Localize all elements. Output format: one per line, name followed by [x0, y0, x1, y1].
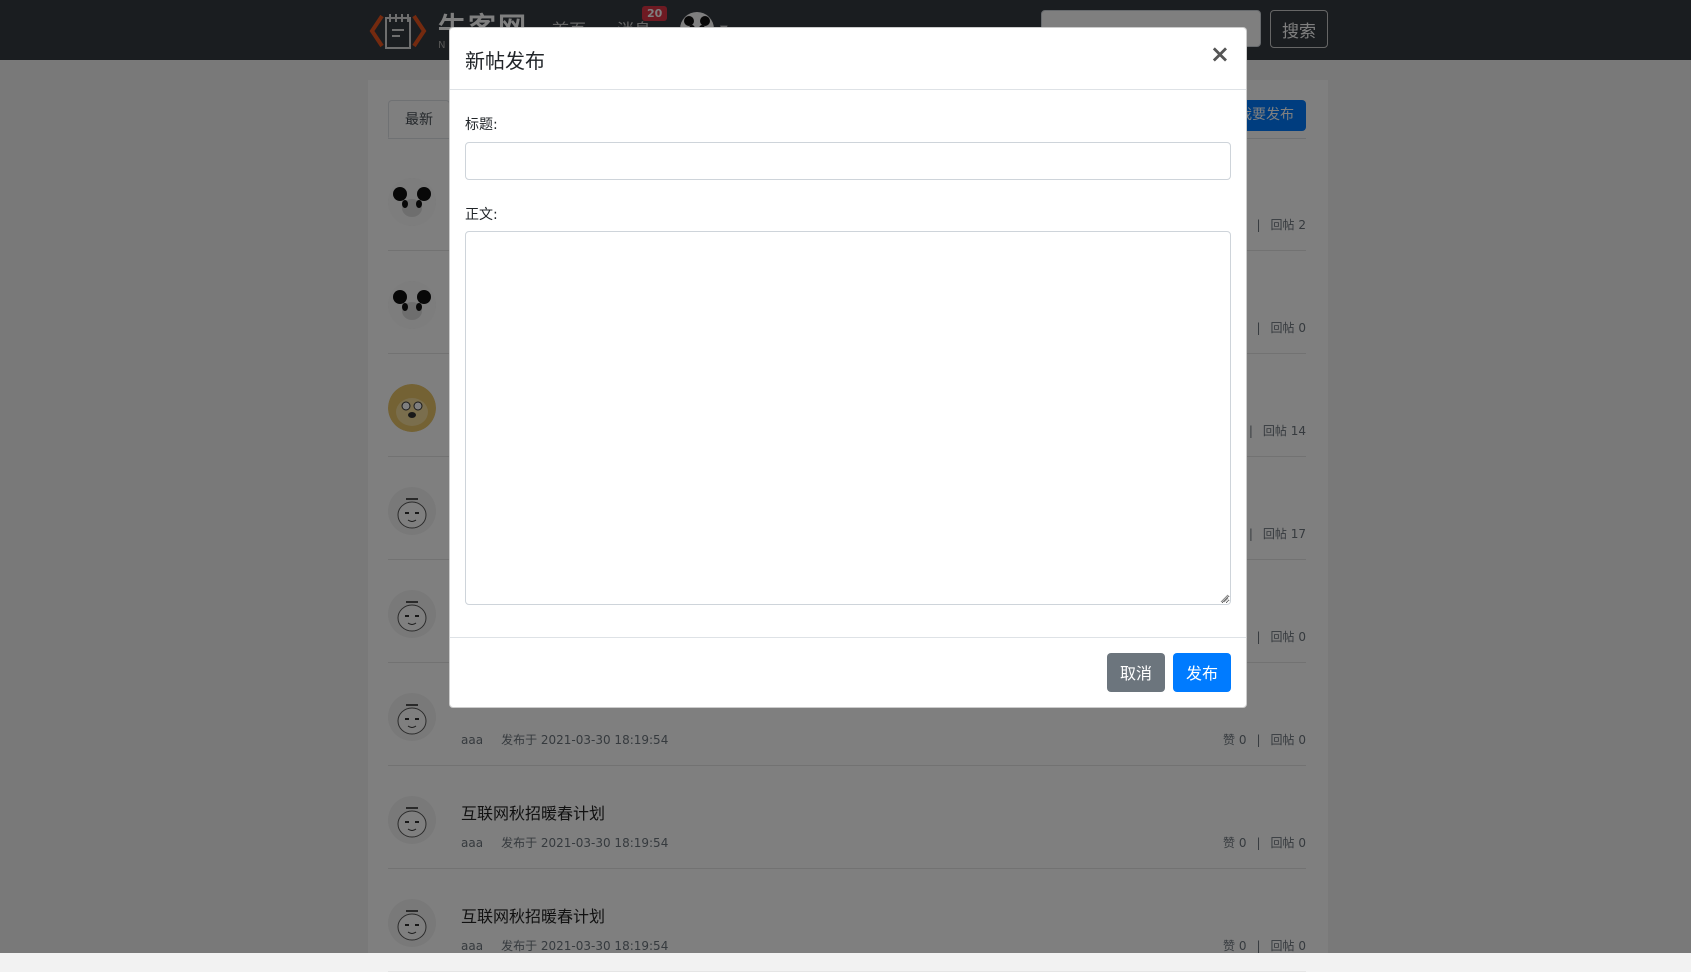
modal-title: 新帖发布: [465, 49, 545, 73]
title-input[interactable]: [465, 142, 1231, 180]
title-label: 标题:: [465, 117, 498, 133]
resize-grip-icon[interactable]: [1220, 594, 1229, 603]
modal-header: 新帖发布 ×: [450, 28, 1246, 90]
body-label: 正文:: [465, 207, 498, 223]
new-post-modal: 新帖发布 × 标题: 正文: 取消 发布: [449, 27, 1247, 708]
body-textarea[interactable]: [465, 231, 1231, 605]
cancel-button[interactable]: 取消: [1107, 653, 1165, 692]
close-icon[interactable]: ×: [1210, 42, 1230, 66]
modal-footer: 取消 发布: [450, 637, 1246, 707]
submit-button[interactable]: 发布: [1173, 653, 1231, 692]
